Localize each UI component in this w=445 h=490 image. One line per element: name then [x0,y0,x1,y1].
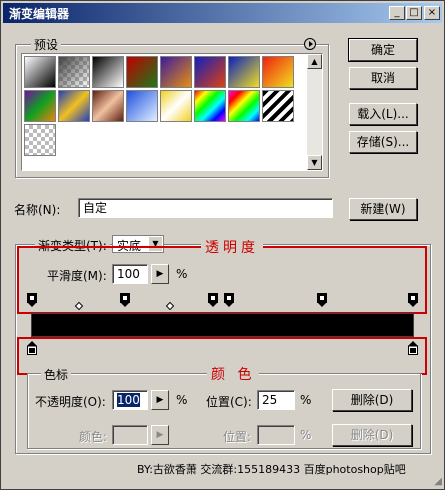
preset-swatch[interactable] [24,90,56,122]
preset-swatch[interactable] [262,56,294,88]
presets-legend: 预设 [31,36,62,53]
color-stop[interactable] [27,341,37,355]
name-input[interactable]: 自定 [78,198,333,218]
preset-swatch[interactable] [160,90,192,122]
opacity-stop[interactable] [27,293,37,307]
location-unit: % [300,393,312,407]
smoothness-label: 平滑度(M): [47,269,107,283]
new-button[interactable]: 新建(W) [349,198,417,220]
opacity-stop[interactable] [408,293,418,307]
preset-swatch[interactable] [228,90,260,122]
preset-swatch[interactable] [194,90,226,122]
delete-color-stop-button: 删除(D) [332,424,412,446]
preset-swatch[interactable] [126,56,158,88]
location-input[interactable]: 25 [257,390,295,410]
color-stop[interactable] [408,341,418,355]
preset-swatch[interactable] [92,56,124,88]
preset-swatch[interactable] [126,90,158,122]
close-button[interactable]: × [424,6,440,20]
opacity-stop-selected[interactable] [120,293,130,307]
opacity-stop[interactable] [317,293,327,307]
scroll-down-icon[interactable]: ▼ [307,155,322,170]
opacity-stop[interactable] [208,293,218,307]
ok-button[interactable]: 确定 [348,38,418,62]
color-label: 颜色: [79,430,108,444]
color-location-input [257,425,295,445]
opacity-stop[interactable] [224,293,234,307]
preset-swatch[interactable] [194,56,226,88]
credit-text: BY:古欲香萧 交流群:155189433 百度photoshop贴吧 [137,463,406,476]
load-button[interactable]: 载入(L)... [349,103,417,125]
opacity-slider-icon[interactable]: ▶ [151,390,169,410]
presets-scrollbar[interactable]: ▲ ▼ [307,54,322,170]
presets-menu-icon[interactable] [304,38,316,50]
color-swatch-field [112,425,148,445]
name-label: 名称(N): [14,203,61,217]
opacity-unit: % [176,393,188,407]
preset-swatch[interactable] [92,90,124,122]
location-label: 位置(C): [206,395,252,409]
scroll-up-icon[interactable]: ▲ [307,54,322,69]
color-annotation: 颜 色 [207,364,260,384]
preset-swatch[interactable] [24,56,56,88]
smoothness-input[interactable]: 100 [112,264,148,284]
opacity-input[interactable]: 100 [112,390,148,410]
preset-swatch[interactable] [58,90,90,122]
preset-swatch[interactable] [262,90,294,122]
transparency-annotation: 透明度 [201,237,263,257]
smoothness-unit: % [176,267,188,281]
delete-opacity-stop-button[interactable]: 删除(D) [332,389,412,411]
stops-legend: 色标 [41,366,72,383]
cancel-button[interactable]: 取消 [349,67,417,89]
gradient-preview-bar[interactable] [31,313,414,337]
title-bar[interactable]: 渐变编辑器 _ □ × [3,3,442,23]
smoothness-slider-icon[interactable]: ▶ [151,264,169,284]
preset-swatch[interactable] [160,56,192,88]
color-location-label: 位置: [223,430,252,444]
gradient-editor-window: 渐变编辑器 _ □ × 预设 ▲ ▼ 确定 取消 载入(L)... 存储(S).… [0,0,445,490]
window-title: 渐变编辑器 [9,7,70,21]
preset-swatch[interactable] [228,56,260,88]
preset-swatch[interactable] [24,124,56,156]
color-picker-icon: ▶ [151,425,169,445]
opacity-label: 不透明度(O): [35,395,106,409]
color-location-unit: % [300,428,312,442]
resize-grip-icon[interactable]: ◢ [434,476,442,487]
minimize-button[interactable]: _ [389,6,405,20]
preset-swatches [21,53,323,171]
save-button[interactable]: 存储(S)... [349,131,417,153]
preset-swatch[interactable] [58,56,90,88]
opacity-value: 100 [117,393,140,407]
maximize-button[interactable]: □ [406,6,422,20]
